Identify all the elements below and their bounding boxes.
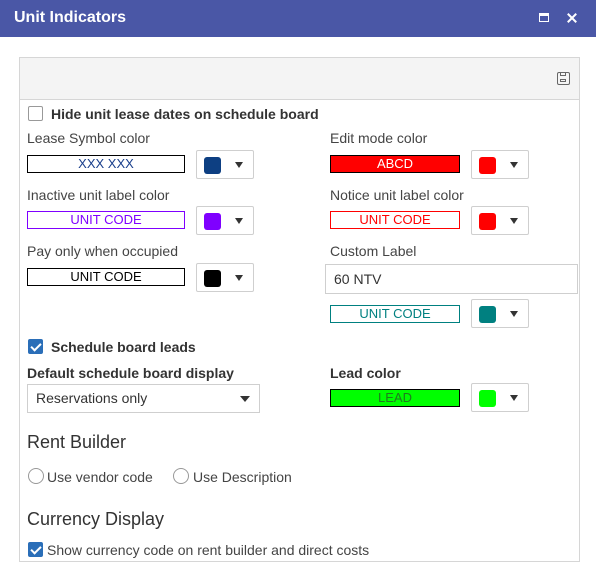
vendor-code-radio[interactable] xyxy=(28,468,44,484)
chevron-down-icon xyxy=(510,162,518,168)
chevron-down-icon xyxy=(235,218,243,224)
pay-only-label: Pay only when occupied xyxy=(27,243,178,259)
default-display-value: Reservations only xyxy=(36,390,148,406)
lease-symbol-label: Lease Symbol color xyxy=(27,130,150,146)
chevron-down-icon xyxy=(510,311,518,317)
description-radio[interactable] xyxy=(173,468,189,484)
panel-toolbar xyxy=(20,58,579,100)
color-swatch xyxy=(204,157,221,174)
save-icon[interactable] xyxy=(557,72,570,85)
show-currency-checkbox[interactable] xyxy=(28,542,43,557)
custom-label-label: Custom Label xyxy=(330,243,417,259)
schedule-leads-label: Schedule board leads xyxy=(51,339,196,355)
color-swatch xyxy=(479,157,496,174)
default-display-label: Default schedule board display xyxy=(27,365,234,381)
custom-label-color-picker[interactable] xyxy=(471,299,529,328)
chevron-down-icon xyxy=(510,395,518,401)
notice-unit-preview: UNIT CODE xyxy=(330,211,460,229)
color-swatch xyxy=(204,213,221,230)
color-swatch xyxy=(204,270,221,287)
inactive-unit-color-picker[interactable] xyxy=(196,206,254,235)
schedule-leads-checkbox[interactable] xyxy=(28,339,43,354)
chevron-down-icon xyxy=(510,218,518,224)
lead-color-preview: LEAD xyxy=(330,389,460,407)
notice-unit-label: Notice unit label color xyxy=(330,187,464,203)
window-title: Unit Indicators xyxy=(14,9,127,26)
vendor-code-label[interactable]: Use vendor code xyxy=(47,469,153,485)
rent-builder-heading: Rent Builder xyxy=(27,432,127,452)
lease-symbol-color-picker[interactable] xyxy=(196,150,254,179)
custom-label-input[interactable]: 60 NTV xyxy=(325,264,578,294)
inactive-unit-label: Inactive unit label color xyxy=(27,187,170,203)
custom-label-preview: UNIT CODE xyxy=(330,305,460,323)
edit-mode-color-picker[interactable] xyxy=(471,150,529,179)
settings-panel: Hide unit lease dates on schedule board … xyxy=(19,57,580,562)
lead-color-label: Lead color xyxy=(330,365,401,381)
color-swatch xyxy=(479,390,496,407)
show-currency-label: Show currency code on rent builder and d… xyxy=(47,542,370,558)
default-display-select[interactable]: Reservations only xyxy=(27,384,260,413)
chevron-down-icon xyxy=(235,162,243,168)
inactive-unit-preview: UNIT CODE xyxy=(27,211,185,229)
currency-heading: Currency Display xyxy=(27,509,165,529)
lead-color-picker[interactable] xyxy=(471,383,529,412)
edit-mode-label: Edit mode color xyxy=(330,130,428,146)
edit-mode-preview: ABCD xyxy=(330,155,460,173)
maximize-icon[interactable] xyxy=(534,8,554,28)
pay-only-preview: UNIT CODE xyxy=(27,268,185,286)
pay-only-color-picker[interactable] xyxy=(196,263,254,292)
close-icon[interactable] xyxy=(562,8,582,28)
title-bar: Unit Indicators xyxy=(0,0,596,37)
color-swatch xyxy=(479,213,496,230)
chevron-down-icon xyxy=(235,275,243,281)
lease-symbol-preview: XXX XXX xyxy=(27,155,185,173)
chevron-down-icon[interactable] xyxy=(231,385,259,412)
notice-unit-color-picker[interactable] xyxy=(471,206,529,235)
description-label[interactable]: Use Description xyxy=(193,469,292,485)
hide-lease-dates-checkbox[interactable] xyxy=(28,106,43,121)
hide-lease-dates-label: Hide unit lease dates on schedule board xyxy=(51,106,319,122)
color-swatch xyxy=(479,306,496,323)
